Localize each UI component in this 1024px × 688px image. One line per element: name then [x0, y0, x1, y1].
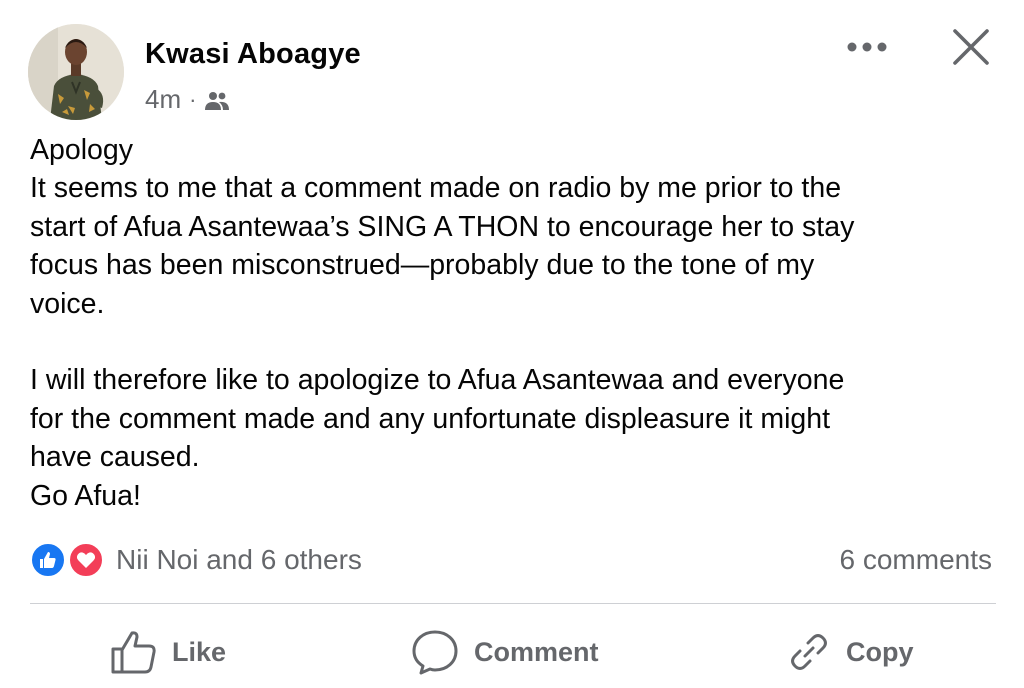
post-time[interactable]: 4m — [145, 84, 181, 115]
link-icon — [786, 629, 832, 675]
thumbs-up-icon — [110, 629, 158, 675]
friends-icon[interactable] — [204, 91, 230, 111]
post-text-line: I will therefore like to apologize to Af… — [30, 364, 845, 397]
comment-button[interactable]: Comment — [410, 624, 599, 680]
post-text: Apology It seems to me that a comment ma… — [30, 131, 1000, 515]
post-text-line: for the comment made and any unfortunate… — [30, 402, 831, 435]
post-text-line: It seems to me that a comment made on ra… — [30, 172, 842, 205]
meta-separator: · — [189, 86, 197, 112]
post-text-line: Go Afua! — [30, 479, 141, 512]
comment-bubble-icon — [410, 628, 460, 676]
divider — [30, 603, 996, 604]
post-text-line: voice. — [30, 287, 105, 320]
like-label: Like — [172, 636, 227, 667]
reaction-names[interactable]: Nii Noi and 6 others — [116, 544, 362, 576]
reaction-icons — [30, 541, 108, 579]
more-options-icon[interactable] — [842, 30, 892, 64]
love-reaction-icon — [68, 542, 104, 578]
post-card: Kwasi Aboagye 4m · Apology It seems to m… — [0, 0, 1024, 688]
comments-count[interactable]: 6 comments — [840, 544, 993, 576]
author-name[interactable]: Kwasi Aboagye — [145, 38, 361, 71]
copy-label: Copy — [846, 636, 914, 667]
post-text-line: focus has been misconstrued—probably due… — [30, 249, 815, 282]
close-icon[interactable] — [948, 24, 994, 70]
copy-button[interactable]: Copy — [786, 624, 914, 680]
like-reaction-icon — [30, 542, 66, 578]
post-text-line: have caused. — [30, 441, 200, 474]
like-button[interactable]: Like — [110, 624, 226, 680]
post-meta: 4m · — [145, 84, 230, 115]
avatar[interactable] — [28, 24, 124, 120]
comment-label: Comment — [474, 636, 599, 667]
reactions-summary[interactable]: Nii Noi and 6 others — [30, 541, 362, 579]
post-text-line: Apology — [30, 134, 133, 166]
post-text-line: start of Afua Asantewaa’s SING A THON to… — [30, 210, 855, 243]
